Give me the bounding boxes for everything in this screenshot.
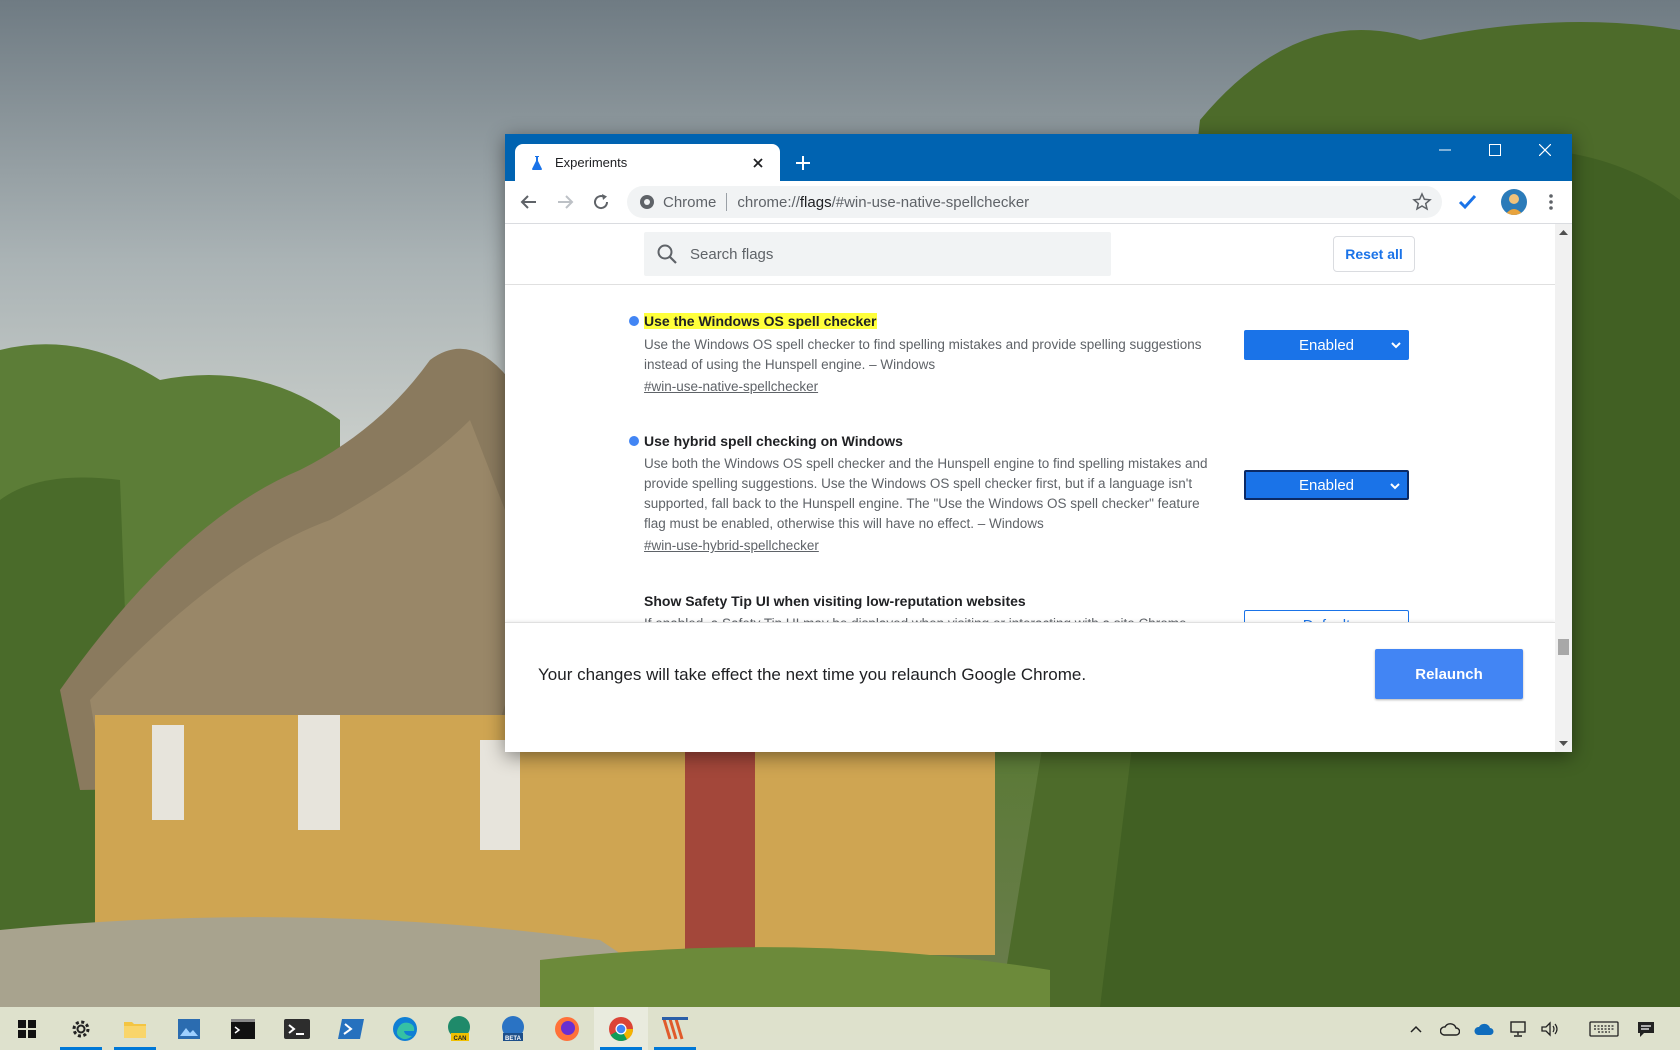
firefox-icon[interactable] xyxy=(540,1007,594,1050)
back-button[interactable] xyxy=(517,190,541,214)
url-text: chrome://flags/#win-use-native-spellchec… xyxy=(737,193,1030,211)
search-flags-input[interactable] xyxy=(688,244,1092,264)
network-icon[interactable] xyxy=(1506,1017,1530,1041)
flag-name: Use the Windows OS spell checker xyxy=(644,313,877,329)
photos-icon[interactable] xyxy=(162,1007,216,1050)
modified-indicator xyxy=(629,316,639,326)
edge-icon[interactable] xyxy=(378,1007,432,1050)
select-value: Enabled xyxy=(1298,336,1355,354)
scrollbar-thumb[interactable] xyxy=(1558,639,1569,655)
flag-item-native-spellchecker: Use the Windows OS spell checker Use the… xyxy=(629,312,1524,397)
page-scrollbar[interactable] xyxy=(1555,224,1572,752)
modified-indicator xyxy=(629,436,639,446)
flags-header: Reset all xyxy=(505,224,1555,285)
svg-text:CAN: CAN xyxy=(454,1036,467,1042)
flag-name: Show Safety Tip UI when visiting low-rep… xyxy=(644,593,1026,609)
flask-icon xyxy=(529,155,545,171)
scroll-down-arrow-icon[interactable] xyxy=(1559,739,1568,748)
scroll-up-arrow-icon[interactable] xyxy=(1559,228,1568,237)
flag-state-select[interactable]: Enabled xyxy=(1244,470,1409,500)
minimize-button[interactable] xyxy=(1420,134,1470,166)
site-label: Chrome xyxy=(663,193,717,211)
omnibox-divider xyxy=(726,193,728,211)
command-prompt-icon[interactable] xyxy=(216,1007,270,1050)
relaunch-button[interactable]: Relaunch xyxy=(1375,649,1523,699)
app-icon[interactable] xyxy=(648,1007,702,1050)
chrome-window: Experiments Chrome chrome://flags/#win-u… xyxy=(505,134,1572,752)
profile-avatar[interactable] xyxy=(1501,189,1527,215)
close-window-button[interactable] xyxy=(1520,134,1570,166)
flag-anchor-link[interactable]: #win-use-native-spellchecker xyxy=(644,377,1524,397)
select-value: Enabled xyxy=(1298,476,1355,494)
tab-title: Experiments xyxy=(555,155,628,170)
flags-page: Reset all Use the Windows OS spell check… xyxy=(505,224,1555,752)
onedrive-cloud-icon[interactable] xyxy=(1472,1017,1496,1041)
settings-icon[interactable] xyxy=(54,1007,108,1050)
flag-item-hybrid-spellchecker: Use hybrid spell checking on Windows Use… xyxy=(629,432,1524,556)
flag-state-select[interactable]: Enabled xyxy=(1244,330,1409,360)
action-center-notification-icon[interactable] xyxy=(1634,1017,1658,1041)
browser-toolbar: Chrome chrome://flags/#win-use-native-sp… xyxy=(505,181,1572,224)
flag-anchor-link[interactable]: #win-use-hybrid-spellchecker xyxy=(644,536,1524,556)
search-icon xyxy=(657,244,677,264)
edge-canary-icon[interactable]: CAN xyxy=(432,1007,486,1050)
forward-button[interactable] xyxy=(553,190,577,214)
chevron-down-icon xyxy=(1390,483,1400,490)
title-bar: Experiments xyxy=(505,134,1572,181)
file-explorer-icon[interactable] xyxy=(108,1007,162,1050)
chrome-icon[interactable] xyxy=(594,1007,648,1050)
chevron-down-icon xyxy=(1391,342,1401,349)
show-hidden-icons-chevron-icon[interactable] xyxy=(1404,1017,1428,1041)
flag-description: Use the Windows OS spell checker to find… xyxy=(644,337,1202,372)
flag-description: Use both the Windows OS spell checker an… xyxy=(644,456,1208,531)
onedrive-personal-cloud-icon[interactable] xyxy=(1438,1017,1462,1041)
reset-all-button[interactable]: Reset all xyxy=(1333,236,1415,272)
reload-button[interactable] xyxy=(589,190,613,214)
menu-kebab-icon[interactable] xyxy=(1539,190,1563,214)
flag-name: Use hybrid spell checking on Windows xyxy=(644,433,903,449)
bookmark-star-icon[interactable] xyxy=(1412,192,1432,212)
maximize-button[interactable] xyxy=(1470,134,1520,166)
close-tab-icon[interactable] xyxy=(750,155,766,171)
tab-experiments[interactable]: Experiments xyxy=(515,144,780,181)
address-bar[interactable]: Chrome chrome://flags/#win-use-native-sp… xyxy=(627,186,1442,218)
windows-start-icon[interactable] xyxy=(0,1007,54,1050)
windows-terminal-icon[interactable] xyxy=(270,1007,324,1050)
relaunch-message: Your changes will take effect the next t… xyxy=(538,665,1087,684)
relaunch-bar: Your changes will take effect the next t… xyxy=(505,622,1555,752)
edge-beta-icon[interactable]: BETA xyxy=(486,1007,540,1050)
taskbar: CAN BETA xyxy=(0,1007,1680,1050)
search-flags-box[interactable] xyxy=(644,232,1111,276)
new-tab-button[interactable] xyxy=(792,152,814,174)
extension-checkmark-icon[interactable] xyxy=(1455,190,1479,214)
svg-text:BETA: BETA xyxy=(505,1036,522,1042)
volume-icon[interactable] xyxy=(1538,1017,1562,1041)
chrome-site-icon xyxy=(639,194,655,210)
powershell-icon[interactable] xyxy=(324,1007,378,1050)
touch-keyboard-icon[interactable] xyxy=(1588,1017,1620,1041)
